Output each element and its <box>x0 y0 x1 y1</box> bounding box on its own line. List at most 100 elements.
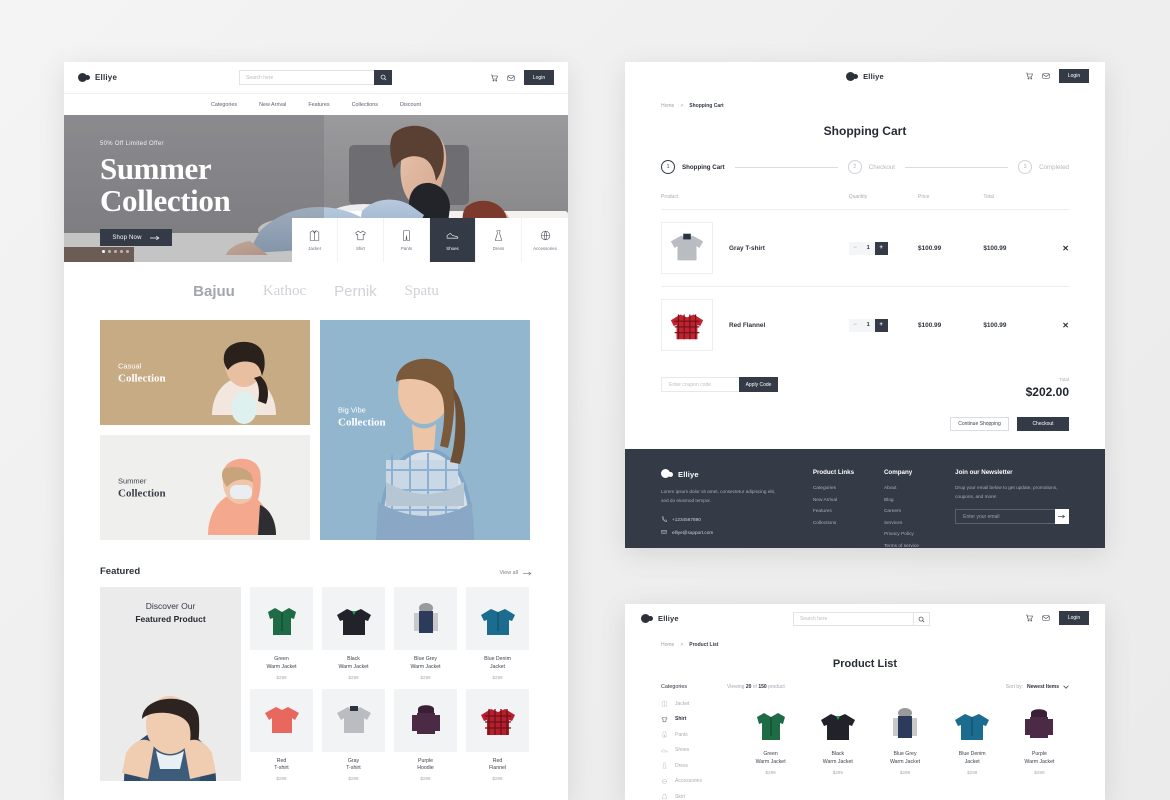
footer-phone[interactable]: +1234567890 <box>661 516 813 523</box>
cart-icon[interactable] <box>1025 614 1033 622</box>
product-card[interactable]: Gray T-shirt $299 <box>322 688 385 781</box>
sidebar-item-jacket[interactable]: Jacket <box>661 700 727 707</box>
search-input[interactable] <box>239 70 374 85</box>
quantity-value[interactable]: 1 <box>862 245 875 251</box>
mail-icon[interactable] <box>1042 72 1050 80</box>
carousel-dot[interactable] <box>126 250 129 253</box>
quantity-value[interactable]: 1 <box>862 322 875 328</box>
login-button[interactable]: Login <box>524 70 554 85</box>
quantity-stepper[interactable]: − 1 + <box>848 241 888 255</box>
sort-dropdown[interactable]: Sort by: Newest Items <box>1006 684 1069 690</box>
search-box[interactable] <box>239 70 392 85</box>
footer-link-blog[interactable]: Blog <box>884 498 955 503</box>
product-card[interactable]: Green Warm Jacket $299 <box>250 587 313 680</box>
product-card[interactable]: Red T-shirt $299 <box>250 688 313 781</box>
product-card[interactable]: Black Warm Jacket $299 <box>808 700 867 800</box>
featured-promo-card[interactable]: Discover Our Featured Product <box>100 587 241 782</box>
quantity-decrement-button[interactable]: − <box>849 319 862 332</box>
product-card[interactable]: Purple Warm Jacket $299 <box>1010 700 1069 800</box>
footer-link-services[interactable]: Services <box>884 521 955 526</box>
carousel-dot[interactable] <box>108 250 111 253</box>
sidebar-item-shirt[interactable]: Shirt <box>661 716 727 723</box>
newsletter-email-input[interactable] <box>955 509 1055 525</box>
collection-card-casual[interactable]: Casual Collection <box>100 320 310 425</box>
search-submit-button[interactable] <box>374 70 392 85</box>
footer-link-collections[interactable]: Collections <box>813 521 884 526</box>
category-item-jacket[interactable]: Jacket <box>292 218 338 262</box>
footer-link-terms-of-service[interactable]: Terms of service <box>884 544 955 549</box>
category-item-shirt[interactable]: Shirt <box>338 218 384 262</box>
footer-link-about[interactable]: About <box>884 486 955 491</box>
sidebar-item-shoes[interactable]: Shoes <box>661 747 727 754</box>
quantity-stepper[interactable]: − 1 + <box>848 318 888 332</box>
newsletter-title: Join our Newsletter <box>955 469 1013 476</box>
category-item-pants[interactable]: Pants <box>384 218 430 262</box>
step-shopping-cart[interactable]: 1 Shopping Cart <box>661 160 725 174</box>
product-card[interactable]: Red Flannel $299 <box>466 688 529 781</box>
footer-link-careers[interactable]: Careers <box>884 509 955 514</box>
brand-logo[interactable]: Elliye <box>641 613 679 624</box>
product-card[interactable]: Black Warm Jacket $299 <box>322 587 385 680</box>
nav-item-categories[interactable]: Categories <box>211 102 237 108</box>
breadcrumb-home[interactable]: Home <box>661 642 674 648</box>
quantity-increment-button[interactable]: + <box>874 241 888 255</box>
column-remove <box>1049 194 1069 210</box>
product-card[interactable]: Blue Grey Warm Jacket $299 <box>875 700 934 800</box>
checkout-stepper: 1 Shopping Cart 2 Checkout 3 Completed <box>625 160 1105 174</box>
category-item-shoes[interactable]: Shoes <box>430 218 476 262</box>
product-thumbnail <box>322 688 385 752</box>
nav-item-features[interactable]: Features <box>308 102 329 108</box>
brand-logo[interactable]: Elliye <box>846 71 884 82</box>
search-input[interactable] <box>793 612 913 626</box>
hero-carousel-dots[interactable] <box>102 250 129 253</box>
carousel-dot[interactable] <box>120 250 123 253</box>
brand-logo[interactable]: Elliye <box>78 72 117 83</box>
nav-item-collections[interactable]: Collections <box>352 102 378 108</box>
product-card[interactable]: Blue Grey Warm Jacket $299 <box>394 587 457 680</box>
footer-link-features[interactable]: Features <box>813 509 884 514</box>
category-item-accessories[interactable]: Accessories <box>522 218 568 262</box>
step-completed[interactable]: 3 Completed <box>1018 160 1069 174</box>
cart-icon[interactable] <box>490 74 498 82</box>
login-button[interactable]: Login <box>1059 611 1089 625</box>
remove-item-button[interactable]: ✕ <box>1048 209 1069 287</box>
footer-link-new-arrival[interactable]: New Arrival <box>813 498 884 503</box>
sidebar-item-pants[interactable]: Pants <box>661 731 727 738</box>
step-checkout[interactable]: 2 Checkout <box>847 160 895 174</box>
continue-shopping-button[interactable]: Continue Shopping <box>950 417 1009 431</box>
collection-card-big-vibe[interactable]: Big Vibe Collection <box>320 320 530 540</box>
sidebar-item-dress[interactable]: Dress <box>661 762 727 769</box>
coupon-input[interactable] <box>661 377 739 392</box>
apply-code-button[interactable]: Apply Code <box>739 377 778 392</box>
breadcrumb-home[interactable]: Home <box>661 103 674 109</box>
footer-email[interactable]: elliye@support.com <box>661 529 813 535</box>
quantity-decrement-button[interactable]: − <box>849 242 862 255</box>
search-box[interactable] <box>793 612 930 626</box>
mail-icon[interactable] <box>507 74 515 82</box>
product-card[interactable]: Blue Denim Jacket $299 <box>466 587 529 680</box>
footer-link-categories[interactable]: Categories <box>813 486 884 491</box>
nav-item-discount[interactable]: Discount <box>400 102 421 108</box>
checkout-button[interactable]: Checkout <box>1017 417 1069 431</box>
login-button[interactable]: Login <box>1059 69 1089 83</box>
search-submit-button[interactable] <box>913 612 930 626</box>
category-item-dress[interactable]: Dress <box>476 218 522 262</box>
product-card[interactable]: Purple Hoodie $299 <box>394 688 457 781</box>
product-card[interactable]: Blue Denim Jacket $299 <box>943 700 1002 800</box>
footer-link-privacy-policy[interactable]: Privacy Policy <box>884 532 955 537</box>
sidebar-item-accessories[interactable]: Accessories <box>661 778 727 785</box>
carousel-dot[interactable] <box>102 250 105 253</box>
carousel-dot[interactable] <box>114 250 117 253</box>
quantity-increment-button[interactable]: + <box>874 318 888 332</box>
newsletter-submit-button[interactable] <box>1054 509 1069 525</box>
mail-icon[interactable] <box>1042 614 1050 622</box>
view-all-link[interactable]: View all <box>500 570 532 576</box>
collection-card-summer[interactable]: Summer Collection <box>100 435 310 540</box>
shop-now-button[interactable]: Shop Now <box>100 229 172 247</box>
cart-icon[interactable] <box>1025 72 1033 80</box>
brand-logo[interactable]: Elliye <box>661 469 813 479</box>
sidebar-item-skirt[interactable]: Skirt <box>661 793 727 800</box>
remove-item-button[interactable]: ✕ <box>1048 286 1069 363</box>
product-card[interactable]: Green Warm Jacket $299 <box>741 700 800 800</box>
nav-item-new-arrival[interactable]: New Arrival <box>259 102 286 108</box>
